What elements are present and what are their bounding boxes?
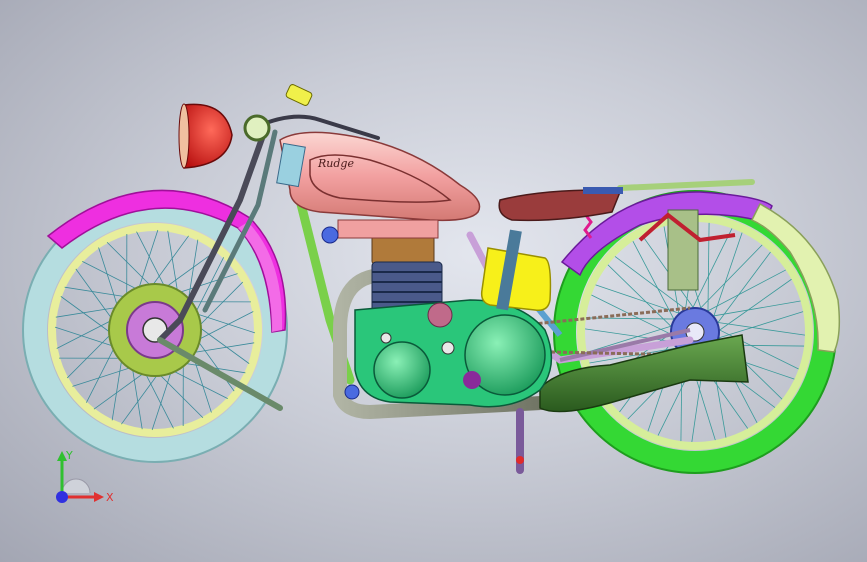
- bell[interactable]: [285, 84, 313, 107]
- speedometer[interactable]: [243, 114, 271, 142]
- motorcycle-assembly-model[interactable]: Rudge: [0, 0, 867, 562]
- triad-y-label: Y: [65, 449, 73, 462]
- seat[interactable]: [498, 189, 622, 222]
- rear-carrier[interactable]: [617, 179, 755, 191]
- tank-badge: Rudge: [317, 157, 354, 170]
- coordinate-triad: Y X: [56, 449, 114, 504]
- z-axis: [56, 491, 68, 503]
- rear-shock[interactable]: [667, 209, 699, 291]
- engine[interactable]: [354, 224, 553, 408]
- cad-graphics-viewport[interactable]: Rudge Y X: [0, 0, 867, 562]
- triad-x-label: X: [106, 491, 114, 504]
- timing-cover[interactable]: [373, 341, 431, 399]
